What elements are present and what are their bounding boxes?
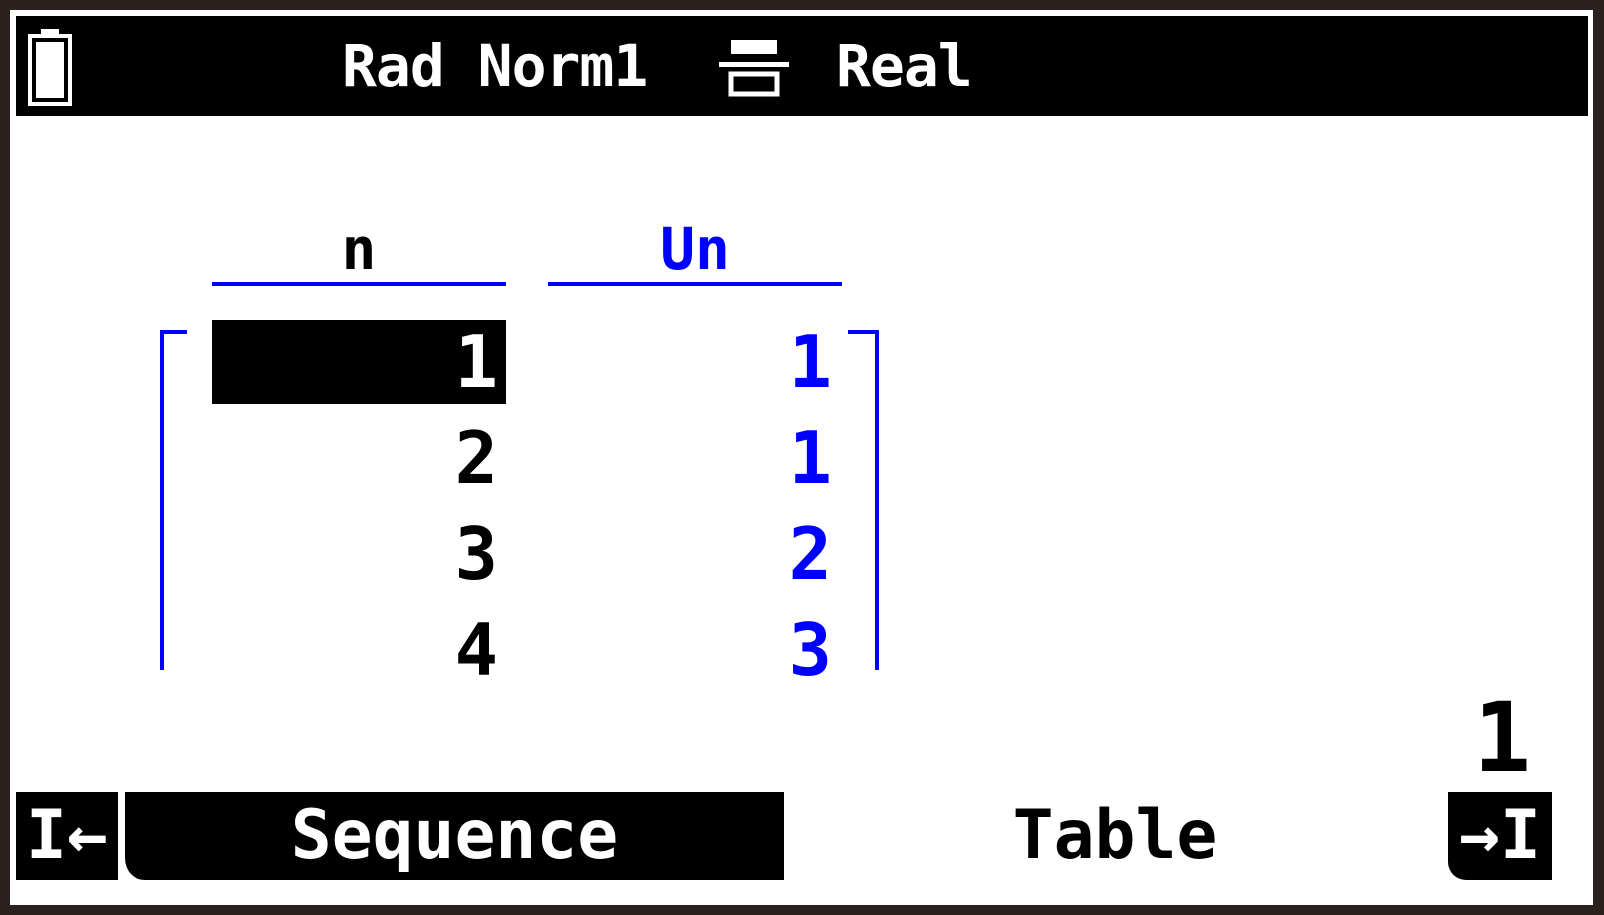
table-bracket-left bbox=[160, 330, 187, 670]
table-cell-n[interactable]: 2 bbox=[212, 416, 506, 500]
table-cell-un[interactable]: 3 bbox=[548, 608, 842, 692]
fkey-sequence-button[interactable]: Sequence bbox=[122, 792, 784, 880]
calculator-screen: Rad Norm1 Real n Un 1 1 2 1 3 2 4 3 1 I←… bbox=[10, 10, 1593, 905]
table-cell-un[interactable]: 2 bbox=[548, 512, 842, 596]
table-cell-n-selected[interactable]: 1 bbox=[212, 320, 506, 404]
selected-cell-value: 1 bbox=[1473, 682, 1531, 794]
column-header-n: n bbox=[341, 215, 377, 283]
status-bar: Rad Norm1 Real bbox=[16, 16, 1588, 116]
fkey-jump-start-button[interactable]: I← bbox=[16, 792, 118, 880]
header-divider bbox=[548, 282, 842, 286]
fkey-table-button[interactable]: Table bbox=[790, 792, 1440, 880]
table-cell-un[interactable]: 1 bbox=[548, 320, 842, 404]
table-cell-n[interactable]: 4 bbox=[212, 608, 506, 692]
table-bracket-right bbox=[848, 330, 879, 670]
angle-display-mode: Rad Norm1 bbox=[342, 32, 648, 100]
fkey-jump-end-button[interactable]: →I bbox=[1448, 792, 1552, 880]
header-divider bbox=[212, 282, 506, 286]
fraction-display-icon bbox=[719, 40, 789, 97]
battery-full-icon bbox=[28, 29, 72, 106]
column-header-un: Un bbox=[660, 215, 730, 283]
table-cell-n[interactable]: 3 bbox=[212, 512, 506, 596]
complex-mode: Real bbox=[836, 32, 973, 100]
table-cell-un[interactable]: 1 bbox=[548, 416, 842, 500]
